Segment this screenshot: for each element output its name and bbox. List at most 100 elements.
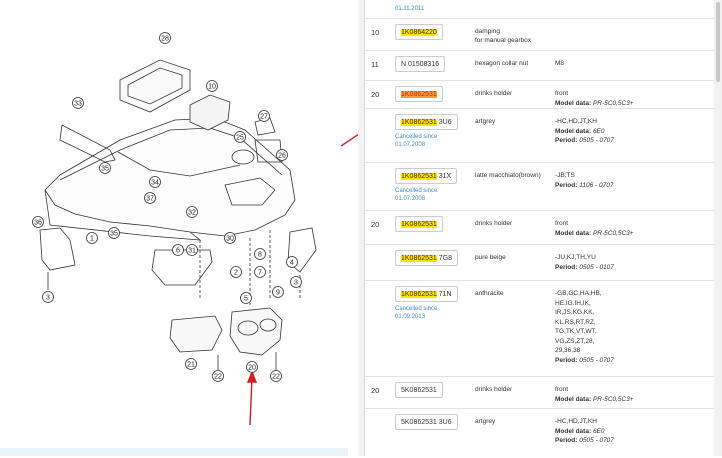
diagram-callout[interactable]: 36 xyxy=(32,216,44,228)
exploded-diagram-panel: 33 28 10 35 34 37 36 1 3 31 32 35 27 25 26 4 30 6 8 2 7 3 5 9 21… xyxy=(0,0,398,456)
part-notes: front Model data: PR-5C0,5C3+ xyxy=(555,90,634,107)
diagram-callout[interactable]: 37 xyxy=(144,192,156,204)
diagram-callout[interactable]: 35 xyxy=(99,162,111,174)
cancelled-notice: Cancelled since 01.07.2008 xyxy=(395,188,438,202)
part-description: artgrey xyxy=(475,418,496,425)
part-description: drinks holder xyxy=(475,220,513,227)
diagram-callout[interactable]: 6 xyxy=(172,244,184,256)
part-number-box[interactable]: 5K0862531 xyxy=(395,382,443,398)
part-number[interactable]: 1K0862531 xyxy=(401,255,437,262)
svg-text:20: 20 xyxy=(248,365,256,372)
part-number-box[interactable]: 1K0862531 xyxy=(395,216,443,232)
part-number[interactable]: 1K0864220 xyxy=(401,29,437,36)
part-number-box[interactable]: 1K0864220 xyxy=(395,24,443,40)
diagram-callout[interactable]: 22 xyxy=(270,370,282,382)
diagram-callout[interactable]: 21 xyxy=(185,358,197,370)
part-notes: -HC,HD,JT,KH Model data: 6E0 Period: 0505 … xyxy=(555,418,614,444)
part-number-box[interactable]: 1K0862531 31X xyxy=(395,168,458,184)
diagram-callout[interactable]: 34 xyxy=(149,176,161,188)
svg-text:25: 25 xyxy=(236,135,244,142)
part-number-box[interactable]: 1K0862531 3U6 xyxy=(395,114,458,130)
diagram-callout[interactable]: 31 xyxy=(186,244,198,256)
part-notes: front Model data: PR-5C0,5C3+ xyxy=(555,386,634,403)
part-notes: -HC,HD,JT,KH Model data: 6E0 Period: 0505 … xyxy=(555,118,614,144)
part-number-box[interactable]: 1K0862531 xyxy=(395,86,443,102)
svg-text:5: 5 xyxy=(244,296,248,303)
part-description: artgrey xyxy=(475,118,496,125)
part-number[interactable]: N 01508316 xyxy=(401,61,439,68)
part-row: 1K0862531 7G8 pure beige -JU,KJ,TH,YU Perio… xyxy=(365,244,715,280)
row-separator xyxy=(365,162,715,163)
part-number[interactable]: 5K0862531 xyxy=(401,419,437,426)
part-description: anthracite xyxy=(475,290,504,297)
svg-text:36: 36 xyxy=(34,220,42,227)
svg-text:33: 33 xyxy=(74,101,82,108)
diagram-callout[interactable]: 3 xyxy=(290,276,302,288)
row-separator xyxy=(365,244,715,245)
part-number[interactable]: 1K0862531 xyxy=(401,221,437,228)
part-notes: front Model data: PR-5C0,5C3+ xyxy=(555,220,634,237)
diagram-callout[interactable]: 25 xyxy=(234,131,246,143)
part-notes: -GB,GC,HA,HB, HE,IG,IH,IK, IR,JS,KG,KK, KL,… xyxy=(555,290,614,364)
part-number[interactable]: 1K0862531 xyxy=(401,119,437,126)
diagram-callout[interactable]: 1 xyxy=(86,232,98,244)
diagram-callout[interactable]: 8 xyxy=(254,248,266,260)
svg-text:35: 35 xyxy=(110,231,118,238)
part-row: 20 1K0862531 drinks holder front Model data:… xyxy=(365,210,715,244)
diagram-callout[interactable]: 33 xyxy=(72,97,84,109)
diagram-callout[interactable]: 32 xyxy=(186,206,198,218)
diagram-callout[interactable]: 10 xyxy=(206,80,218,92)
part-row: 11 N 01508316 hexagon collar nut M8 xyxy=(365,50,715,80)
diagram-callout[interactable]: 20 xyxy=(246,361,258,373)
diagram-callout[interactable]: 28 xyxy=(159,32,171,44)
svg-text:26: 26 xyxy=(278,153,286,160)
part-number[interactable]: 1K0862531 xyxy=(401,173,437,180)
part-number-box[interactable]: N 01508316 xyxy=(395,56,446,72)
part-description: latte macchiato(brown) xyxy=(475,172,541,179)
svg-text:21: 21 xyxy=(187,362,195,369)
part-notes: -JU,KJ,TH,YU Period: 0505 - 0107 xyxy=(555,254,614,271)
part-number-box[interactable]: 5K0862531 3U6 xyxy=(395,414,458,430)
scrollbar-thumb[interactable] xyxy=(716,2,720,82)
diagram-callout[interactable]: 27 xyxy=(258,110,270,122)
part-number-box[interactable]: 1K0862531 7G8 xyxy=(395,250,459,266)
part-number-box[interactable]: 1K0862531 71N xyxy=(395,286,458,302)
part-row: 5K0862531 3U6 artgrey -HC,HD,JT,KH Model da… xyxy=(365,408,715,456)
svg-text:34: 34 xyxy=(151,180,159,187)
svg-text:9: 9 xyxy=(276,290,280,297)
row-separator xyxy=(365,80,715,81)
svg-text:8: 8 xyxy=(258,252,262,259)
diagram-callout[interactable]: 4 xyxy=(286,256,298,268)
svg-text:37: 37 xyxy=(146,196,154,203)
part-row: 1K0862531 71N Cancelled since 01.09.2013 an… xyxy=(365,280,715,376)
diagram-callout[interactable]: 9 xyxy=(272,286,284,298)
svg-text:10: 10 xyxy=(208,84,216,91)
part-row: 10 1K0864220 damping for manual gearbox xyxy=(365,18,715,50)
svg-text:22: 22 xyxy=(214,374,222,381)
row-separator xyxy=(365,108,715,109)
diagram-callout[interactable]: 3 xyxy=(42,291,54,303)
svg-text:6: 6 xyxy=(176,248,180,255)
position-number: 10 xyxy=(371,28,380,37)
part-notes: M8 xyxy=(555,60,565,67)
part-description: hexagon collar nut xyxy=(475,60,529,67)
svg-text:22: 22 xyxy=(272,374,280,381)
diagram-callout[interactable]: 2 xyxy=(230,266,242,278)
svg-text:32: 32 xyxy=(188,210,196,217)
diagram-callout[interactable]: 22 xyxy=(212,370,224,382)
diagram-callout[interactable]: 30 xyxy=(224,232,236,244)
diagram-callout[interactable]: 35 xyxy=(108,227,120,239)
diagram-callout[interactable]: 5 xyxy=(240,292,252,304)
diagram-callout[interactable]: 7 xyxy=(254,266,266,278)
part-number[interactable]: 1K0862531 xyxy=(401,91,437,98)
row-separator xyxy=(365,210,715,211)
part-number[interactable]: 1K0862531 xyxy=(401,291,437,298)
part-row: 1K0862531 3U6 Cancelled since 01.07.2008 ar… xyxy=(365,108,715,162)
part-row: 20 5K0862531 drinks holder front Model data:… xyxy=(365,376,715,408)
svg-text:7: 7 xyxy=(258,270,262,277)
diagram-bottom-bar xyxy=(0,448,348,456)
cancelled-notice: Cancelled since 01.07.2008 xyxy=(395,134,438,148)
part-number[interactable]: 5K0862531 xyxy=(401,387,437,394)
diagram-callout[interactable]: 26 xyxy=(276,149,288,161)
position-number: 20 xyxy=(371,220,380,229)
